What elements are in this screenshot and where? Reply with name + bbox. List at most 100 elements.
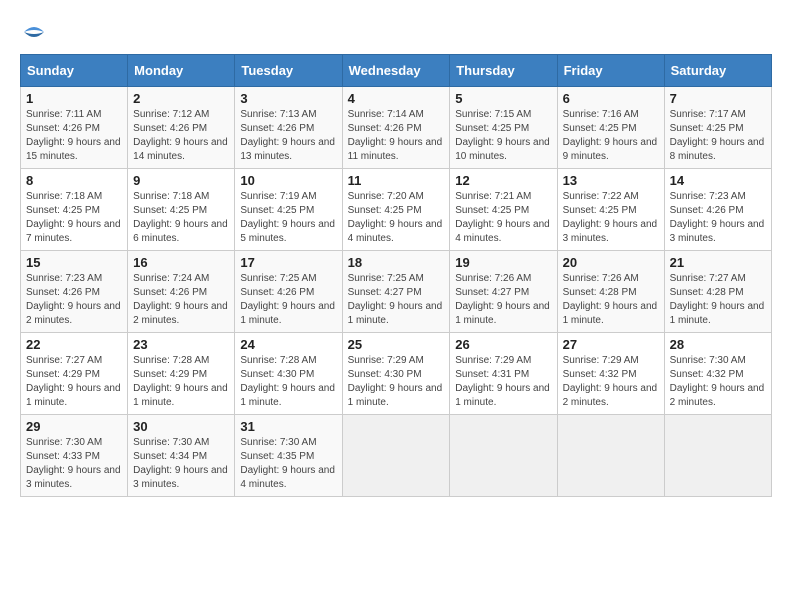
day-number: 16 <box>133 255 229 270</box>
day-detail: Sunrise: 7:15 AM Sunset: 4:25 PM Dayligh… <box>455 108 551 164</box>
calendar-cell: 21 Sunrise: 7:27 AM Sunset: 4:28 PM Dayl… <box>664 251 771 333</box>
day-detail: Sunrise: 7:29 AM Sunset: 4:31 PM Dayligh… <box>455 354 551 410</box>
calendar-cell: 25 Sunrise: 7:29 AM Sunset: 4:30 PM Dayl… <box>342 333 450 415</box>
day-number: 24 <box>240 337 336 352</box>
day-detail: Sunrise: 7:30 AM Sunset: 4:35 PM Dayligh… <box>240 436 336 492</box>
calendar-cell <box>557 415 664 497</box>
calendar-week-row: 15 Sunrise: 7:23 AM Sunset: 4:26 PM Dayl… <box>21 251 772 333</box>
calendar-cell: 27 Sunrise: 7:29 AM Sunset: 4:32 PM Dayl… <box>557 333 664 415</box>
weekday-header-row: SundayMondayTuesdayWednesdayThursdayFrid… <box>21 55 772 87</box>
calendar-cell <box>342 415 450 497</box>
calendar-cell: 10 Sunrise: 7:19 AM Sunset: 4:25 PM Dayl… <box>235 169 342 251</box>
day-number: 9 <box>133 173 229 188</box>
day-number: 4 <box>348 91 445 106</box>
day-detail: Sunrise: 7:21 AM Sunset: 4:25 PM Dayligh… <box>455 190 551 246</box>
day-detail: Sunrise: 7:25 AM Sunset: 4:26 PM Dayligh… <box>240 272 336 328</box>
day-number: 18 <box>348 255 445 270</box>
day-detail: Sunrise: 7:25 AM Sunset: 4:27 PM Dayligh… <box>348 272 445 328</box>
day-number: 15 <box>26 255 122 270</box>
day-detail: Sunrise: 7:16 AM Sunset: 4:25 PM Dayligh… <box>563 108 659 164</box>
calendar-week-row: 1 Sunrise: 7:11 AM Sunset: 4:26 PM Dayli… <box>21 87 772 169</box>
calendar-week-row: 22 Sunrise: 7:27 AM Sunset: 4:29 PM Dayl… <box>21 333 772 415</box>
day-detail: Sunrise: 7:18 AM Sunset: 4:25 PM Dayligh… <box>133 190 229 246</box>
day-number: 25 <box>348 337 445 352</box>
day-number: 21 <box>670 255 766 270</box>
day-number: 10 <box>240 173 336 188</box>
day-number: 1 <box>26 91 122 106</box>
day-number: 29 <box>26 419 122 434</box>
day-number: 23 <box>133 337 229 352</box>
calendar-week-row: 29 Sunrise: 7:30 AM Sunset: 4:33 PM Dayl… <box>21 415 772 497</box>
day-number: 13 <box>563 173 659 188</box>
day-number: 22 <box>26 337 122 352</box>
day-detail: Sunrise: 7:30 AM Sunset: 4:34 PM Dayligh… <box>133 436 229 492</box>
day-number: 28 <box>670 337 766 352</box>
calendar-cell: 22 Sunrise: 7:27 AM Sunset: 4:29 PM Dayl… <box>21 333 128 415</box>
day-number: 26 <box>455 337 551 352</box>
day-detail: Sunrise: 7:11 AM Sunset: 4:26 PM Dayligh… <box>26 108 122 164</box>
calendar-cell: 13 Sunrise: 7:22 AM Sunset: 4:25 PM Dayl… <box>557 169 664 251</box>
day-detail: Sunrise: 7:22 AM Sunset: 4:25 PM Dayligh… <box>563 190 659 246</box>
weekday-header-wednesday: Wednesday <box>342 55 450 87</box>
day-number: 7 <box>670 91 766 106</box>
day-number: 11 <box>348 173 445 188</box>
weekday-header-tuesday: Tuesday <box>235 55 342 87</box>
day-number: 5 <box>455 91 551 106</box>
logo-icon <box>22 20 46 44</box>
day-number: 6 <box>563 91 659 106</box>
day-detail: Sunrise: 7:13 AM Sunset: 4:26 PM Dayligh… <box>240 108 336 164</box>
day-number: 14 <box>670 173 766 188</box>
day-number: 20 <box>563 255 659 270</box>
calendar-cell: 9 Sunrise: 7:18 AM Sunset: 4:25 PM Dayli… <box>128 169 235 251</box>
day-detail: Sunrise: 7:17 AM Sunset: 4:25 PM Dayligh… <box>670 108 766 164</box>
calendar-cell: 6 Sunrise: 7:16 AM Sunset: 4:25 PM Dayli… <box>557 87 664 169</box>
day-detail: Sunrise: 7:29 AM Sunset: 4:30 PM Dayligh… <box>348 354 445 410</box>
day-detail: Sunrise: 7:27 AM Sunset: 4:28 PM Dayligh… <box>670 272 766 328</box>
calendar-cell <box>664 415 771 497</box>
calendar-cell: 7 Sunrise: 7:17 AM Sunset: 4:25 PM Dayli… <box>664 87 771 169</box>
calendar-cell: 15 Sunrise: 7:23 AM Sunset: 4:26 PM Dayl… <box>21 251 128 333</box>
calendar-cell <box>450 415 557 497</box>
day-number: 8 <box>26 173 122 188</box>
day-detail: Sunrise: 7:20 AM Sunset: 4:25 PM Dayligh… <box>348 190 445 246</box>
calendar-cell: 16 Sunrise: 7:24 AM Sunset: 4:26 PM Dayl… <box>128 251 235 333</box>
day-number: 2 <box>133 91 229 106</box>
calendar-week-row: 8 Sunrise: 7:18 AM Sunset: 4:25 PM Dayli… <box>21 169 772 251</box>
calendar-table: SundayMondayTuesdayWednesdayThursdayFrid… <box>20 54 772 497</box>
calendar-cell: 29 Sunrise: 7:30 AM Sunset: 4:33 PM Dayl… <box>21 415 128 497</box>
calendar-cell: 17 Sunrise: 7:25 AM Sunset: 4:26 PM Dayl… <box>235 251 342 333</box>
calendar-cell: 28 Sunrise: 7:30 AM Sunset: 4:32 PM Dayl… <box>664 333 771 415</box>
calendar-cell: 26 Sunrise: 7:29 AM Sunset: 4:31 PM Dayl… <box>450 333 557 415</box>
calendar-cell: 1 Sunrise: 7:11 AM Sunset: 4:26 PM Dayli… <box>21 87 128 169</box>
calendar-cell: 18 Sunrise: 7:25 AM Sunset: 4:27 PM Dayl… <box>342 251 450 333</box>
day-number: 12 <box>455 173 551 188</box>
calendar-cell: 31 Sunrise: 7:30 AM Sunset: 4:35 PM Dayl… <box>235 415 342 497</box>
calendar-cell: 8 Sunrise: 7:18 AM Sunset: 4:25 PM Dayli… <box>21 169 128 251</box>
weekday-header-friday: Friday <box>557 55 664 87</box>
calendar-cell: 2 Sunrise: 7:12 AM Sunset: 4:26 PM Dayli… <box>128 87 235 169</box>
day-detail: Sunrise: 7:28 AM Sunset: 4:29 PM Dayligh… <box>133 354 229 410</box>
day-detail: Sunrise: 7:24 AM Sunset: 4:26 PM Dayligh… <box>133 272 229 328</box>
day-detail: Sunrise: 7:19 AM Sunset: 4:25 PM Dayligh… <box>240 190 336 246</box>
calendar-cell: 11 Sunrise: 7:20 AM Sunset: 4:25 PM Dayl… <box>342 169 450 251</box>
day-detail: Sunrise: 7:23 AM Sunset: 4:26 PM Dayligh… <box>26 272 122 328</box>
calendar-cell: 19 Sunrise: 7:26 AM Sunset: 4:27 PM Dayl… <box>450 251 557 333</box>
calendar-cell: 23 Sunrise: 7:28 AM Sunset: 4:29 PM Dayl… <box>128 333 235 415</box>
day-number: 19 <box>455 255 551 270</box>
day-number: 27 <box>563 337 659 352</box>
day-detail: Sunrise: 7:28 AM Sunset: 4:30 PM Dayligh… <box>240 354 336 410</box>
day-detail: Sunrise: 7:27 AM Sunset: 4:29 PM Dayligh… <box>26 354 122 410</box>
calendar-cell: 5 Sunrise: 7:15 AM Sunset: 4:25 PM Dayli… <box>450 87 557 169</box>
weekday-header-monday: Monday <box>128 55 235 87</box>
day-detail: Sunrise: 7:12 AM Sunset: 4:26 PM Dayligh… <box>133 108 229 164</box>
day-detail: Sunrise: 7:26 AM Sunset: 4:27 PM Dayligh… <box>455 272 551 328</box>
day-number: 3 <box>240 91 336 106</box>
day-detail: Sunrise: 7:30 AM Sunset: 4:32 PM Dayligh… <box>670 354 766 410</box>
calendar-cell: 14 Sunrise: 7:23 AM Sunset: 4:26 PM Dayl… <box>664 169 771 251</box>
day-number: 31 <box>240 419 336 434</box>
day-detail: Sunrise: 7:23 AM Sunset: 4:26 PM Dayligh… <box>670 190 766 246</box>
calendar-cell: 24 Sunrise: 7:28 AM Sunset: 4:30 PM Dayl… <box>235 333 342 415</box>
day-number: 30 <box>133 419 229 434</box>
calendar-cell: 30 Sunrise: 7:30 AM Sunset: 4:34 PM Dayl… <box>128 415 235 497</box>
weekday-header-saturday: Saturday <box>664 55 771 87</box>
